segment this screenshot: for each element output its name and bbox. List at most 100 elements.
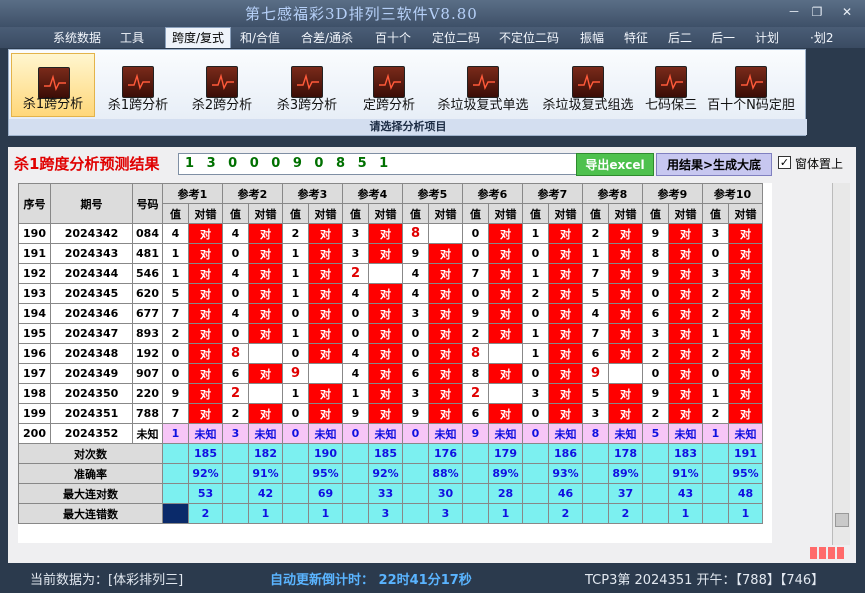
- ref-mark: 对: [728, 403, 763, 424]
- table-row[interactable]: 196 2024348 192 0 对 8 0 对 4 对 0 对 8 1 对 6 对 2 对 2 对: [18, 343, 763, 364]
- ref-value: 9: [462, 303, 489, 324]
- ref-value: 3: [402, 383, 429, 404]
- menu-item-4[interactable]: 和/合值: [240, 29, 280, 46]
- ribbon-button-3[interactable]: 杀2跨分析: [181, 53, 263, 117]
- topmost-checkbox[interactable]: ✓: [778, 156, 791, 169]
- ref-mark: 对: [428, 403, 463, 424]
- ribbon-button-label: 杀垃圾复式组选: [542, 98, 634, 113]
- subheader-mark: 对错: [728, 203, 763, 224]
- ref-value: 0: [522, 303, 549, 324]
- ribbon-button-2[interactable]: 杀1跨分析: [97, 53, 179, 117]
- ref-value: 2: [462, 383, 489, 404]
- ribbon-button-4[interactable]: 杀3跨分析: [265, 53, 349, 117]
- col-header-ref-10: 参考10: [702, 183, 763, 204]
- ref-mark: 对: [548, 223, 583, 244]
- ribbon-button-1[interactable]: 杀1跨分析: [11, 53, 95, 117]
- menu-item-8[interactable]: 不定位二码: [499, 29, 559, 46]
- row-seq: 192: [18, 263, 51, 284]
- table-row[interactable]: 199 2024351 788 7 对 2 对 0 对 9 对 9 对 6 对 0 对 3 对 2 对 2 对: [18, 403, 763, 424]
- predict-row[interactable]: 200 2024352 未知 1 未知 3 未知 0 未知 0 未知 0 未知 9 未知 0 未知 8 未知 5 未知 1…: [18, 423, 763, 444]
- menu-item-5[interactable]: 合差/通杀: [301, 29, 353, 46]
- ref-value: 1: [342, 383, 369, 404]
- ribbon-button-9[interactable]: 百十个N码定胆: [703, 53, 799, 117]
- menu-item-9[interactable]: 振幅: [580, 29, 604, 46]
- ribbon-button-7[interactable]: 杀垃圾复式组选: [537, 53, 639, 117]
- ref-mark: 对: [248, 323, 283, 344]
- row-seq: 196: [18, 343, 51, 364]
- table-row[interactable]: 190 2024342 084 4 对 4 对 2 对 3 对 8 0 对 1 对 2 对 9 对 3 对: [18, 223, 763, 244]
- ribbon-button-8[interactable]: 七码保三: [640, 53, 702, 117]
- ref-value: 0: [462, 243, 489, 264]
- predict-mark: 未知: [428, 423, 463, 444]
- ref-mark: 对: [188, 343, 223, 364]
- menu-item-1[interactable]: 系统数据: [53, 29, 101, 46]
- menu-item-11[interactable]: 后二: [668, 29, 692, 46]
- stats-value: 92%: [368, 463, 403, 484]
- ref-mark: 对: [368, 323, 403, 344]
- result-field[interactable]: 1 3 0 0 0 9 0 8 5 1: [178, 153, 582, 175]
- ref-mark: 对: [488, 243, 523, 264]
- restore-button[interactable]: ❐: [808, 4, 826, 20]
- menu-item-13[interactable]: 计划: [755, 29, 779, 46]
- minimize-button[interactable]: －: [785, 4, 803, 20]
- ribbon-button-label: 杀垃圾复式单选: [437, 98, 529, 113]
- menu-item-14[interactable]: ·划2: [810, 29, 833, 46]
- ref-mark: 对: [728, 363, 763, 384]
- ref-value: 2: [162, 323, 189, 344]
- scrollbar-thumb[interactable]: [835, 513, 849, 527]
- table-row[interactable]: 192 2024344 546 1 对 4 对 1 对 2 4 对 7 对 1 对 7 对 9 对 3 对: [18, 263, 763, 284]
- stats-value: 89%: [488, 463, 523, 484]
- stats-value: 92%: [188, 463, 223, 484]
- stats-spacer: [462, 463, 489, 484]
- ref-value: 1: [522, 263, 549, 284]
- subheader-mark: 对错: [428, 203, 463, 224]
- menu-item-2[interactable]: 工具: [120, 29, 144, 46]
- menu-item-10[interactable]: 特征: [624, 29, 648, 46]
- ref-value: 2: [522, 283, 549, 304]
- ref-mark: 对: [608, 283, 643, 304]
- table-row[interactable]: 194 2024346 677 7 对 4 对 0 对 0 对 3 对 9 对 0 对 4 对 6 对 2 对: [18, 303, 763, 324]
- ref-mark: 对: [488, 283, 523, 304]
- table-row[interactable]: 195 2024347 893 2 对 0 对 1 对 0 对 0 对 2 对 1 对 7 对 3 对 1 对: [18, 323, 763, 344]
- signal-indicator: [810, 547, 848, 559]
- close-button[interactable]: ✕: [838, 4, 856, 20]
- ref-mark: 对: [548, 343, 583, 364]
- row-number: 481: [132, 243, 163, 264]
- generate-base-button[interactable]: 用结果>生成大底: [656, 153, 772, 176]
- stats-spacer: [342, 483, 369, 504]
- ref-value: 1: [282, 283, 309, 304]
- ribbon-button-5[interactable]: 定跨分析: [350, 53, 428, 117]
- ref-mark: 对: [728, 263, 763, 284]
- ref-mark: 对: [548, 363, 583, 384]
- menu-item-7[interactable]: 定位二码: [432, 29, 480, 46]
- menu-item-6[interactable]: 百十个: [375, 29, 411, 46]
- subheader-value: 值: [162, 203, 189, 224]
- row-number: 546: [132, 263, 163, 284]
- row-period: 2024343: [50, 243, 133, 264]
- ref-value: 4: [222, 263, 249, 284]
- stats-value: 93%: [548, 463, 583, 484]
- vertical-scrollbar[interactable]: [832, 183, 850, 545]
- ribbon-button-label: 定跨分析: [362, 98, 415, 113]
- ref-mark: 对: [548, 263, 583, 284]
- ref-mark: 对: [248, 243, 283, 264]
- ref-mark: 对: [308, 403, 343, 424]
- ref-mark: [488, 383, 523, 404]
- table-row[interactable]: 197 2024349 907 0 对 6 对 9 4 对 6 对 8 对 0 对 9 0 对 0 对: [18, 363, 763, 384]
- export-excel-button[interactable]: 导出excel: [576, 153, 654, 176]
- menu-item-12[interactable]: 后一: [711, 29, 735, 46]
- stats-value: 179: [488, 443, 523, 464]
- ribbon-button-6[interactable]: 杀垃圾复式单选: [429, 53, 537, 117]
- stats-value: 176: [428, 443, 463, 464]
- ref-mark: 对: [608, 263, 643, 284]
- row-period: 2024346: [50, 303, 133, 324]
- menu-bar: 系统数据 工具 跨度/复式 和/合值 合差/通杀 百十个 定位二码 不定位二码 振幅 特征 后二 后一…: [0, 27, 865, 48]
- table-row[interactable]: 198 2024350 220 9 对 2 1 对 1 对 3 对 2 3 对 5 对 9 对 1 对: [18, 383, 763, 404]
- table-row[interactable]: 193 2024345 620 5 对 0 对 1 对 4 对 4 对 0 对 2 对 5 对 0 对 2 对: [18, 283, 763, 304]
- table-row[interactable]: 191 2024343 481 1 对 0 对 1 对 3 对 9 对 0 对 0 对 1 对 8 对 0 对: [18, 243, 763, 264]
- menu-item-3[interactable]: 跨度/复式: [165, 27, 232, 48]
- stats-spacer: [402, 483, 429, 504]
- ref-value: 9: [642, 223, 669, 244]
- ref-mark: 对: [728, 323, 763, 344]
- predict-value: 9: [462, 423, 489, 444]
